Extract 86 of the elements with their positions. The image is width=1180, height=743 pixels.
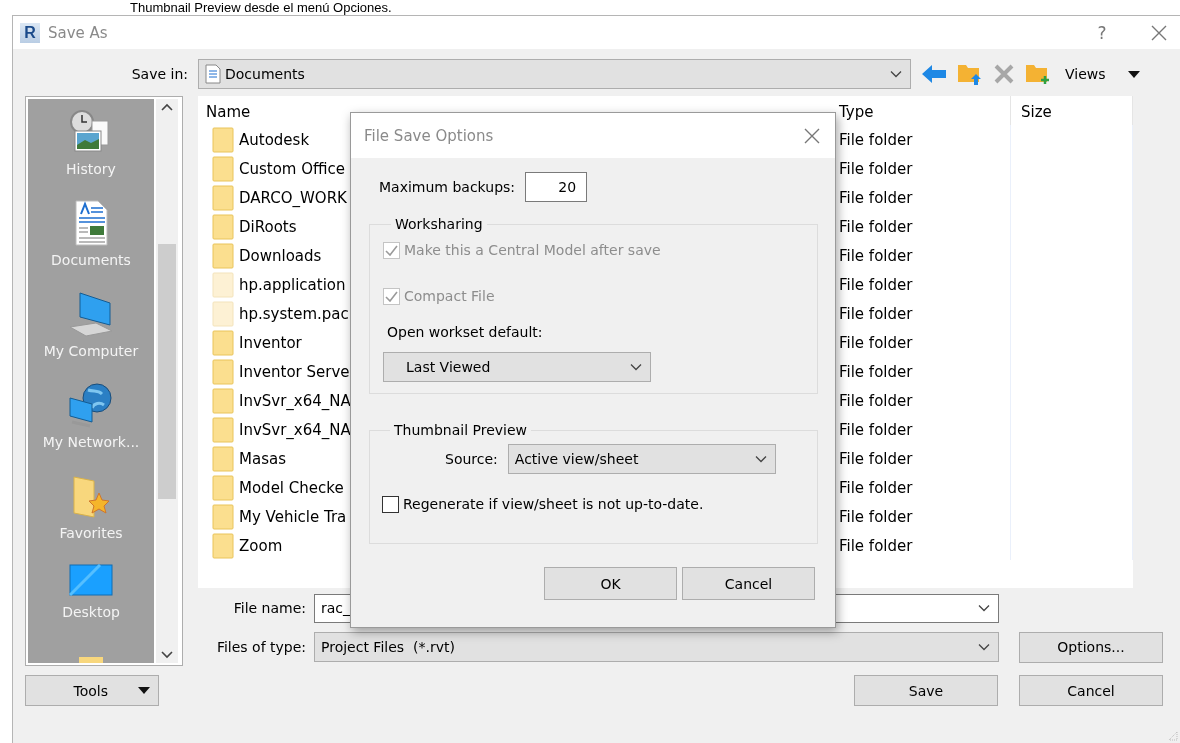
file-name-cell[interactable]: Autodesk <box>198 125 351 154</box>
column-header[interactable]: Name <box>198 96 351 128</box>
app-logo: R <box>20 22 40 43</box>
new-folder-button[interactable] <box>1025 62 1051 86</box>
cancel-button[interactable]: Cancel <box>682 567 815 600</box>
file-type-dropdown[interactable]: Project Files (*.rvt) <box>314 632 999 662</box>
file-name-cell[interactable]: hp.application <box>198 270 351 299</box>
file-name-cell[interactable]: Downloads <box>198 241 351 270</box>
folder-icon <box>212 416 234 443</box>
resize-grip-icon[interactable] <box>1168 731 1178 741</box>
thumbnail-preview-legend: Thumbnail Preview <box>390 422 531 438</box>
folder-icon <box>212 474 234 501</box>
scroll-thumb[interactable] <box>158 243 176 499</box>
file-name-cell[interactable]: Custom Office <box>198 154 351 183</box>
scroll-down-button[interactable] <box>161 651 173 659</box>
checkbox-option[interactable]: Regenerate if view/sheet is not up-to-date. <box>382 492 805 516</box>
folder-icon <box>212 184 234 211</box>
folder-icon <box>212 503 234 530</box>
ok-button[interactable]: OK <box>544 567 677 600</box>
folder-icon <box>212 242 234 269</box>
source-dropdown[interactable]: Active view/sheet <box>507 444 776 474</box>
file-name-cell[interactable]: InvSvr_x64_NA <box>198 386 351 415</box>
folder-icon <box>212 532 234 559</box>
checkmark-icon <box>385 244 398 256</box>
caption-text: Thumbnail Preview desde el menú Opciones. <box>129 0 393 15</box>
save-in-dropdown[interactable]: Documents <box>198 59 911 89</box>
save-in-label: Save in: <box>130 66 188 82</box>
file-name-cell[interactable]: InvSvr_x64_NA <box>198 415 351 444</box>
workset-default-label: Open workset default: <box>387 324 544 340</box>
checkmark-icon <box>385 290 398 302</box>
file-name-label: File name: <box>232 600 306 616</box>
views-menu-button[interactable]: Views <box>1065 66 1140 82</box>
dropdown-triangle-icon <box>1127 70 1140 78</box>
scroll-up-button[interactable] <box>161 103 173 111</box>
document-icon <box>205 64 221 84</box>
new-folder-icon <box>1025 62 1051 86</box>
file-name-cell[interactable]: Inventor <box>198 328 351 357</box>
close-icon[interactable] <box>1150 23 1168 42</box>
max-backups-label: Maximum backups: <box>379 179 516 195</box>
back-button[interactable] <box>921 64 947 84</box>
folder-icon <box>212 387 234 414</box>
chevron-down-icon <box>890 70 902 78</box>
file-type-label: Files of type: <box>215 639 306 655</box>
folder-up-icon <box>957 62 983 86</box>
source-label: Source: <box>445 451 498 467</box>
worksharing-legend: Worksharing <box>391 216 487 232</box>
workset-default-dropdown[interactable]: Last Viewed <box>383 352 651 382</box>
file-name-cell[interactable]: Zoom <box>198 531 351 560</box>
file-name-cell[interactable]: Model Checke <box>198 473 351 502</box>
delete-x-icon <box>993 63 1015 85</box>
folder-icon <box>212 213 234 240</box>
up-button[interactable] <box>957 62 983 86</box>
folder-icon <box>79 655 103 663</box>
max-backups-field[interactable]: 20 <box>525 172 588 202</box>
help-button[interactable]: ? <box>1082 22 1122 43</box>
document-icon <box>73 200 109 246</box>
cancel-button[interactable]: Cancel <box>1019 675 1163 706</box>
folder-with-star-icon <box>71 473 111 519</box>
file-name-cell[interactable]: DiRoots <box>198 212 351 241</box>
scrollbar[interactable] <box>156 99 178 663</box>
back-arrow-icon <box>921 64 947 84</box>
file-name-cell[interactable]: Inventor Serve <box>198 357 351 386</box>
folder-icon <box>212 155 234 182</box>
close-icon[interactable] <box>803 126 821 145</box>
folder-icon <box>212 271 234 298</box>
folder-icon <box>212 358 234 385</box>
folder-icon <box>212 300 234 327</box>
save-button[interactable]: Save <box>854 675 998 706</box>
dialog-title: File Save Options <box>364 126 494 145</box>
tools-button[interactable]: Tools <box>25 675 159 706</box>
file-name-cell[interactable]: Masas <box>198 444 351 473</box>
chevron-down-icon <box>754 455 767 463</box>
folder-icon <box>212 126 234 153</box>
file-name-cell[interactable]: My Vehicle Tra <box>198 502 351 531</box>
folder-icon <box>212 445 234 472</box>
window-title: Save As <box>48 23 109 42</box>
dropdown-triangle-icon <box>138 687 150 694</box>
chevron-down-icon <box>630 363 642 371</box>
chevron-down-icon <box>978 643 990 651</box>
options-button[interactable]: Options... <box>1019 631 1163 663</box>
desktop-icon <box>69 564 113 598</box>
file-name-cell[interactable]: DARCO_WORK <box>198 183 351 212</box>
chevron-down-icon <box>978 604 990 612</box>
folder-icon <box>212 329 234 356</box>
file-name-cell[interactable]: hp.system.pac <box>198 299 351 328</box>
column-header[interactable]: Size <box>1011 96 1133 128</box>
